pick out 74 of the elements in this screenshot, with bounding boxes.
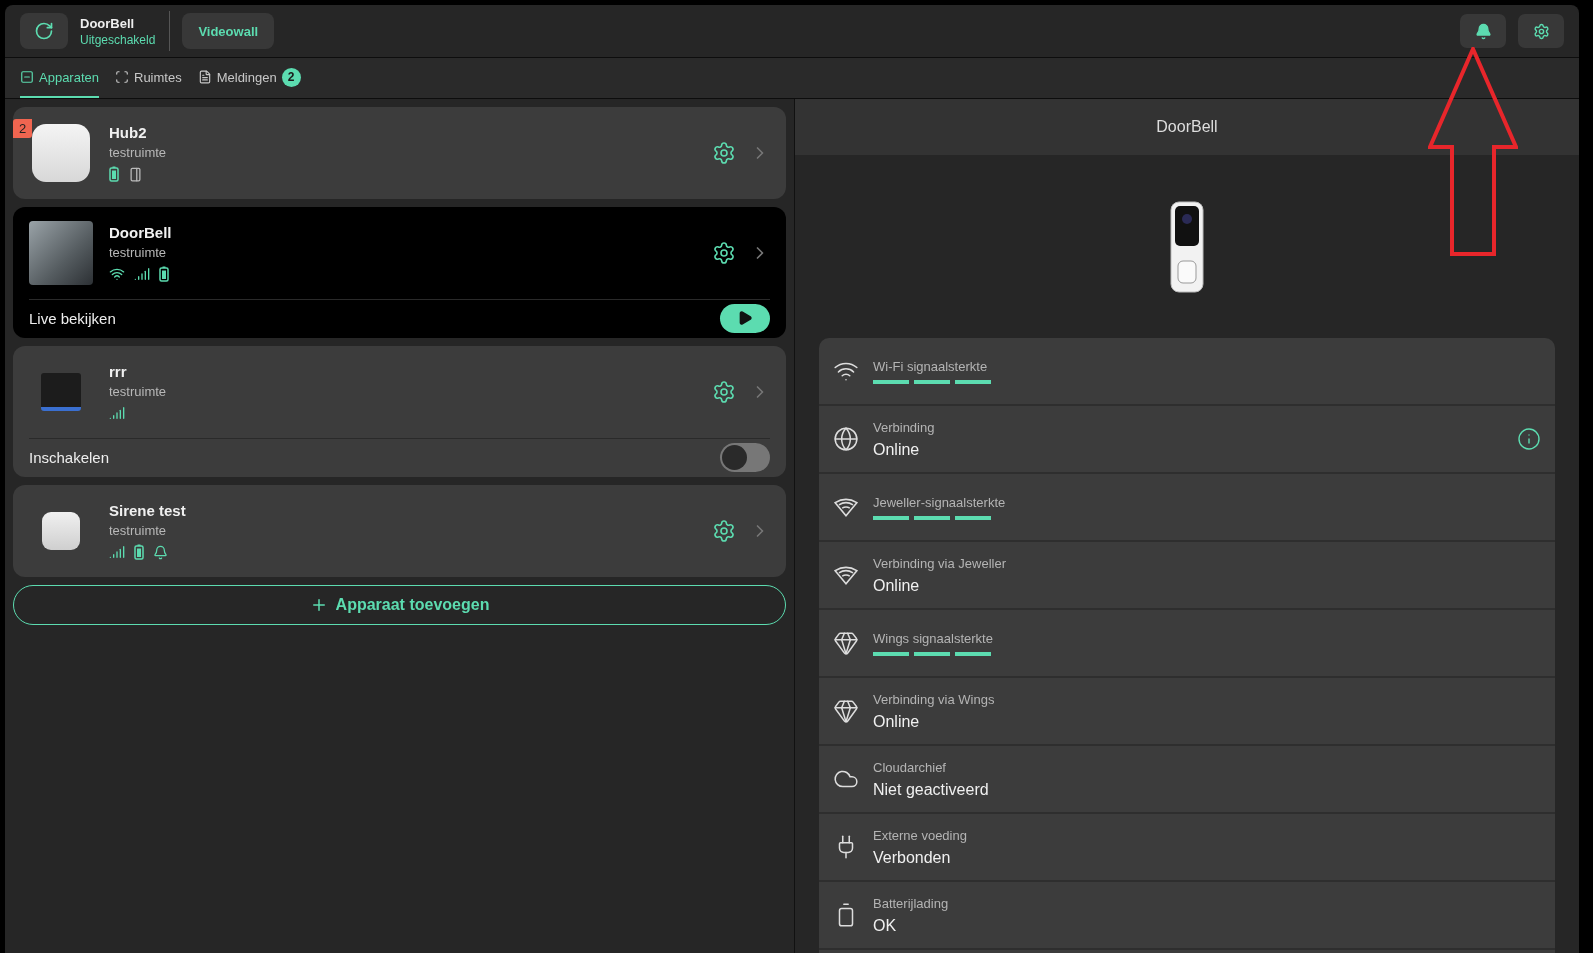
detail-label: Verbinding via Jeweller <box>873 555 1007 571</box>
hub-title: DoorBell <box>80 15 136 31</box>
detail-label: Verbinding <box>873 419 936 435</box>
refresh-button[interactable] <box>20 13 68 49</box>
signal-bars-icon <box>134 266 150 282</box>
globe-icon <box>833 426 859 452</box>
device-card[interactable]: 2 Hub2 testruimte <box>13 107 786 199</box>
notifications-button[interactable] <box>1460 14 1506 48</box>
detail-value: Niet geactiveerd <box>873 780 990 799</box>
battery-icon <box>109 166 119 182</box>
signal-strength-icon <box>873 515 991 520</box>
toggle-switch[interactable] <box>720 442 770 472</box>
tab[interactable]: Apparaten <box>20 58 99 98</box>
battery-icon <box>134 544 144 560</box>
tab[interactable]: Ruimtes <box>115 58 182 98</box>
diamond-icon <box>833 698 859 724</box>
device-card[interactable]: DoorBell testruimte Live bekijken <box>13 207 786 338</box>
extra-label: Inschakelen <box>29 448 110 466</box>
count-badge: 2 <box>281 67 301 87</box>
detail-value: Online <box>873 440 921 459</box>
device-name: Hub2 <box>109 124 148 141</box>
device-name: DoorBell <box>109 224 173 241</box>
detail-label: Jeweller-signaalsterkte <box>873 494 1007 510</box>
hub-status: Uitgeschakeld <box>80 32 156 47</box>
bell-icon <box>153 544 168 560</box>
tab[interactable]: Meldingen 2 <box>197 58 301 98</box>
detail-label: Wings signaalsterkte <box>873 630 994 646</box>
device-card[interactable]: rrr testruimte Inschakelen <box>13 346 786 477</box>
detail-label: Batterijlading <box>873 895 950 911</box>
detail-value: OK <box>873 916 898 935</box>
detail-value: Online <box>873 712 921 731</box>
detail-label: Verbinding via Wings <box>873 691 996 707</box>
settings-icon[interactable] <box>712 141 736 165</box>
device-name: Sirene test <box>109 502 187 519</box>
device-card[interactable]: Sirene test testruimte <box>13 485 786 577</box>
device-room: testruimte <box>109 523 168 538</box>
hub-device-image <box>32 124 90 182</box>
settings-button[interactable] <box>1518 14 1564 48</box>
alert-count-badge: 2 <box>13 119 32 138</box>
detail-title: DoorBell <box>1156 118 1218 136</box>
play-icon <box>737 310 753 326</box>
device-name: rrr <box>109 363 128 380</box>
detail-label: Cloudarchief <box>873 759 947 775</box>
detail-label: Externe voeding <box>873 827 968 843</box>
signal-strength-icon <box>873 651 991 656</box>
wifi-icon <box>109 266 125 282</box>
battery-icon <box>159 266 169 282</box>
settings-icon[interactable] <box>712 241 736 265</box>
detail-value: Verbonden <box>873 848 952 867</box>
videowall-button[interactable]: Videowall <box>182 13 275 49</box>
refresh-icon <box>34 21 54 41</box>
info-icon[interactable] <box>1517 427 1541 451</box>
photo-placeholder <box>29 221 93 285</box>
signal-bars-icon <box>109 405 125 421</box>
diamond-icon <box>833 630 859 656</box>
device-room: testruimte <box>109 384 168 399</box>
siren-device-image <box>42 512 80 550</box>
settings-icon <box>1532 22 1550 40</box>
settings-icon[interactable] <box>712 519 736 543</box>
signal-strength-icon <box>873 379 991 384</box>
sim-card-icon <box>128 166 143 182</box>
extra-label: Live bekijken <box>29 309 116 327</box>
bell-icon <box>1474 22 1492 40</box>
detail-value: Online <box>873 576 921 595</box>
relay-device-image <box>41 373 81 411</box>
signal-bars-icon <box>109 544 125 560</box>
play-button[interactable] <box>720 303 770 333</box>
device-room: testruimte <box>109 145 168 160</box>
device-icon <box>20 70 34 84</box>
settings-icon[interactable] <box>712 380 736 404</box>
device-room: testruimte <box>109 245 168 260</box>
detail-label: Wi-Fi signaalsterkte <box>873 358 989 374</box>
room-icon <box>115 70 129 84</box>
list-icon <box>197 70 212 84</box>
